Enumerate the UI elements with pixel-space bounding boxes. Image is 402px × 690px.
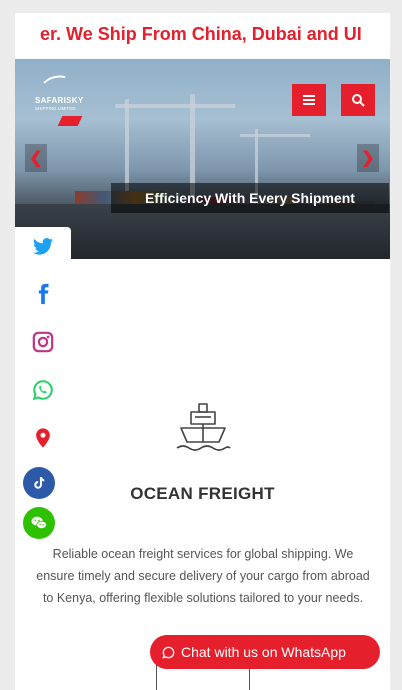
site-logo[interactable]: SAFARISKY SHIPPING LIMITED [35,72,87,126]
twitter-link[interactable] [29,233,57,261]
whatsapp-icon [32,380,53,401]
location-link[interactable] [29,424,57,452]
logo-subtitle: SHIPPING LIMITED [35,106,76,111]
instagram-link[interactable] [29,328,57,356]
slider-prev-button[interactable]: ❮ [25,144,47,172]
whatsapp-chat-button[interactable]: Chat with us on WhatsApp [150,635,380,669]
chat-label: Chat with us on WhatsApp [181,644,346,660]
crane-shape [240,134,310,137]
twitter-icon [32,238,54,255]
wechat-icon [31,516,47,529]
service-title: OCEAN FREIGHT [130,484,275,503]
whatsapp-icon [162,646,175,659]
map-marker-icon [36,428,50,448]
crane-shape [115,104,235,108]
service-description: Reliable ocean freight services for glob… [36,547,370,605]
social-sidebar [15,227,71,547]
menu-button[interactable] [292,84,326,116]
logo-ring [39,72,73,98]
slide-caption: Efficiency With Every Shipment [111,183,389,213]
search-button[interactable] [341,84,375,116]
tiktok-link[interactable] [23,467,55,499]
logo-wing [57,116,83,126]
search-icon [352,94,365,107]
services-section: OCEAN FREIGHT Reliable ocean freight ser… [15,259,390,690]
instagram-icon [32,331,54,353]
logo-name: SAFARISKY [35,96,84,105]
tiktok-icon [34,477,45,489]
whatsapp-link[interactable] [29,376,57,404]
facebook-icon [38,283,49,305]
wechat-link[interactable] [23,507,55,539]
marquee-text: er. We Ship From China, Dubai and UI [40,24,362,44]
hero-slider: SAFARISKY SHIPPING LIMITED ❮ ❯ Efficienc… [15,59,390,259]
bars-icon [303,95,315,105]
ship-icon [176,403,231,451]
slider-next-button[interactable]: ❯ [357,144,379,172]
facebook-link[interactable] [29,280,57,308]
announcement-marquee: er. We Ship From China, Dubai and UI [15,13,390,59]
